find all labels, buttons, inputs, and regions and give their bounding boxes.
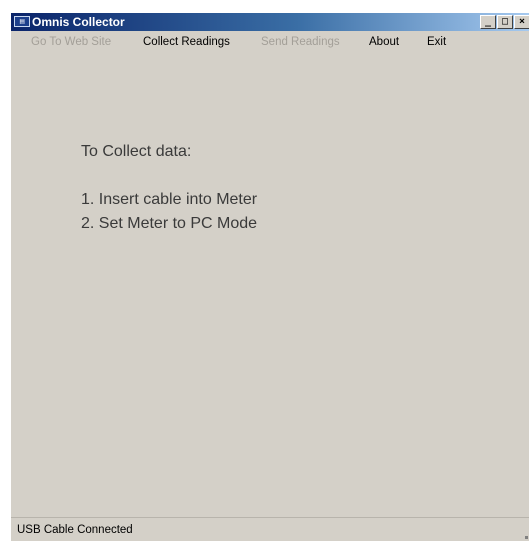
instruction-step: 2. Set Meter to PC Mode [81,215,258,232]
status-text: USB Cable Connected [17,524,133,536]
instruction-step: 1. Insert cable into Meter [81,191,258,208]
content-area: To Collect data: 1. Insert cable into Me… [11,53,529,513]
status-bar: USB Cable Connected [11,517,529,541]
minimize-button[interactable]: _ [480,15,496,29]
menu-send-readings[interactable]: Send Readings [261,34,340,50]
title-bar[interactable]: ▤ Omnis Collector _ □ × [11,13,529,31]
menu-bar: Go To Web Site Collect Readings Send Rea… [11,32,529,52]
main-window: ▤ Omnis Collector _ □ × Go To Web Site C… [10,13,529,541]
resize-grip-icon[interactable] [525,536,528,539]
minimize-icon: _ [484,16,492,27]
close-button[interactable]: × [514,15,529,29]
menu-about[interactable]: About [369,34,399,50]
menu-collect-readings[interactable]: Collect Readings [143,34,230,50]
menu-exit[interactable]: Exit [427,34,446,50]
menu-go-to-web-site[interactable]: Go To Web Site [31,34,111,50]
maximize-icon: □ [501,16,509,27]
window-title: Omnis Collector [32,15,125,29]
instructions-heading: To Collect data: [81,143,192,160]
app-icon[interactable]: ▤ [14,16,30,27]
close-icon: × [518,16,526,27]
maximize-button[interactable]: □ [497,15,513,29]
